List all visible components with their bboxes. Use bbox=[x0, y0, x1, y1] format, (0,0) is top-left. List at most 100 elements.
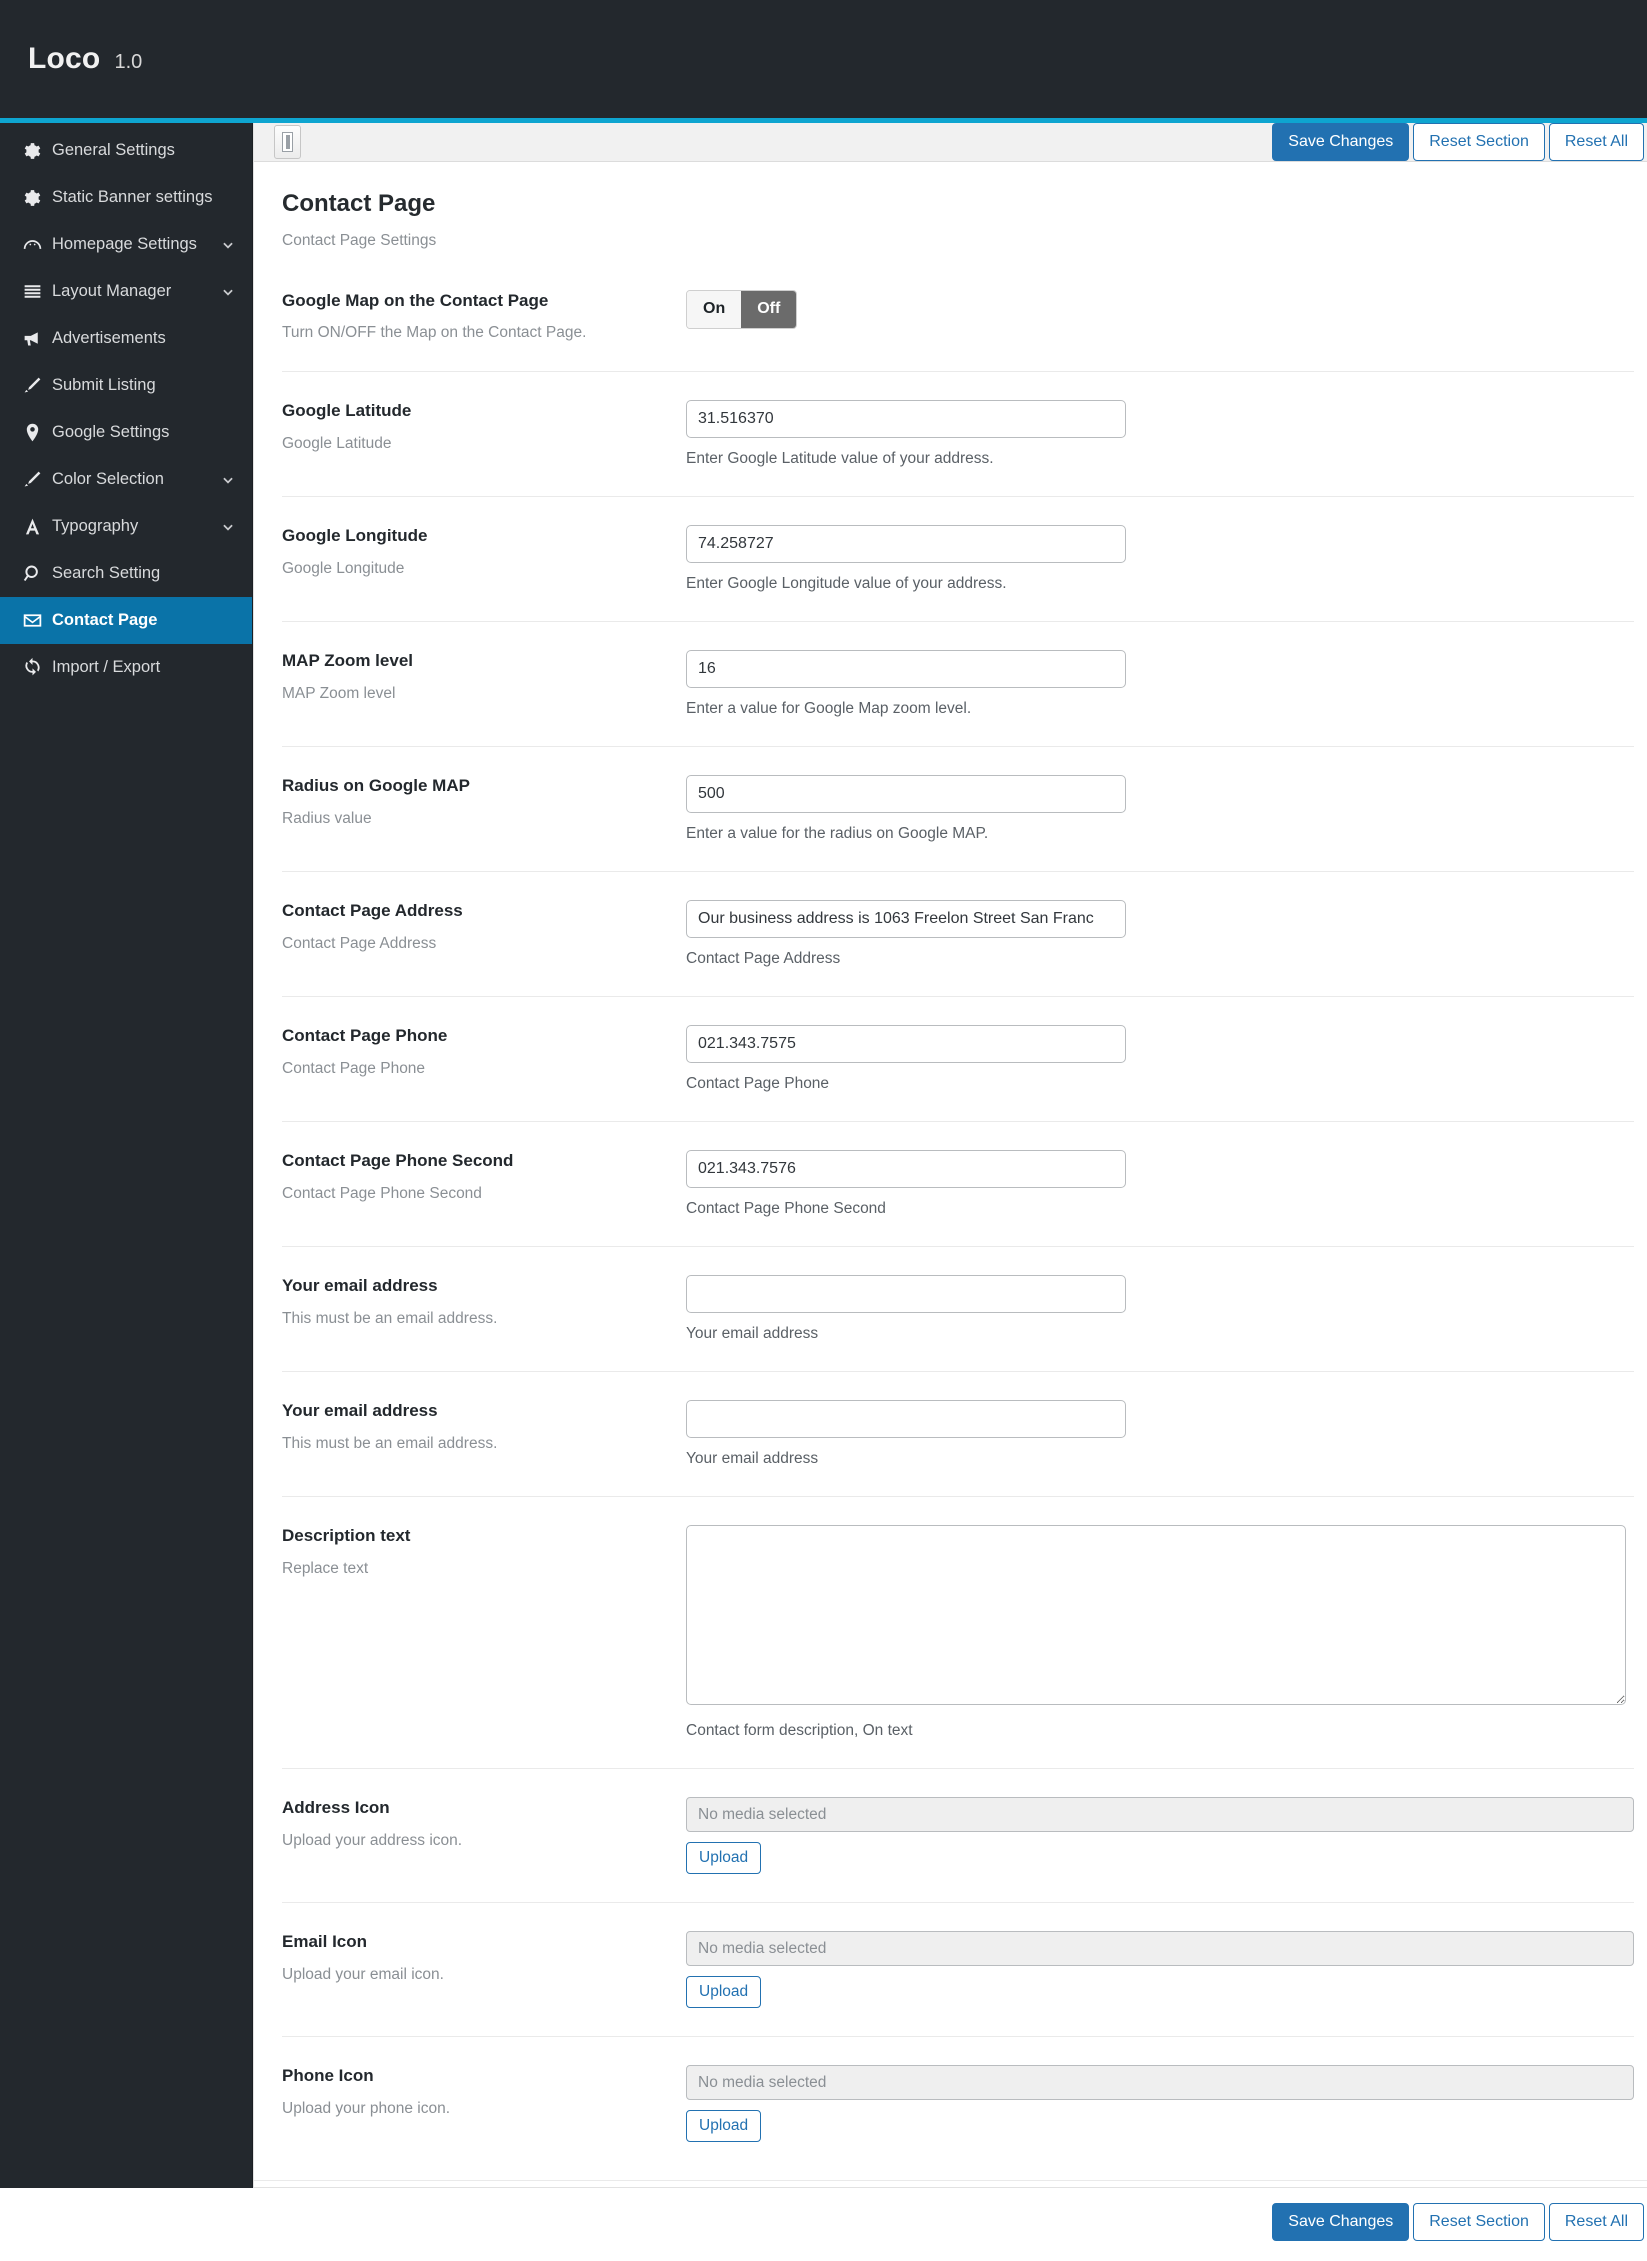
map-radius-input[interactable] bbox=[686, 775, 1126, 814]
expand-panel-icon[interactable] bbox=[274, 125, 301, 159]
section-header: Contact Page Contact Page Settings bbox=[282, 162, 1634, 250]
email-address-input-2[interactable] bbox=[686, 1400, 1126, 1439]
field-description: Contact Page Phone Second bbox=[282, 1184, 482, 1202]
google-latitude-input[interactable] bbox=[686, 400, 1126, 439]
field-help: Your email address bbox=[686, 1450, 819, 1468]
field-help: Enter a value for Google Map zoom level. bbox=[686, 700, 972, 718]
toggle-off-option[interactable]: Off bbox=[741, 291, 797, 328]
address-icon-upload-button[interactable]: Upload bbox=[686, 1842, 762, 1875]
contact-phone-input[interactable] bbox=[686, 1025, 1126, 1064]
refresh-icon bbox=[22, 657, 52, 678]
field-help: Contact Page Address bbox=[686, 950, 841, 968]
field-description: This must be an email address. bbox=[282, 1434, 498, 1452]
reset-section-button-top[interactable]: Reset Section bbox=[1413, 123, 1545, 161]
field-description: MAP Zoom level bbox=[282, 684, 396, 702]
sidebar-item-label: Layout Manager bbox=[52, 282, 172, 300]
field-help: Contact Page Phone Second bbox=[686, 1200, 886, 1218]
field-help: Contact Page Phone bbox=[686, 1075, 830, 1093]
sidebar-item-label: Typography bbox=[52, 517, 139, 535]
phone-icon-upload-button[interactable]: Upload bbox=[686, 2110, 762, 2143]
field-label: Phone Icon bbox=[282, 2066, 374, 2086]
sidebar-item-contact-page[interactable]: Contact Page bbox=[0, 597, 252, 644]
chevron-down-icon[interactable] bbox=[220, 473, 236, 487]
field-label: MAP Zoom level bbox=[282, 651, 413, 671]
field-contact-page-address: Contact Page Address Contact Page Addres… bbox=[282, 872, 1634, 998]
field-help: Your email address bbox=[686, 1325, 819, 1343]
sidebar-item-homepage-settings[interactable]: Homepage Settings bbox=[0, 221, 252, 268]
field-description: Turn ON/OFF the Map on the Contact Page. bbox=[282, 324, 587, 342]
reset-all-button-bottom[interactable]: Reset All bbox=[1548, 2203, 1644, 2242]
toggle-on-option[interactable]: On bbox=[687, 291, 742, 328]
field-email-address-1: Your email address This must be an email… bbox=[282, 1247, 1634, 1373]
email-address-input-1[interactable] bbox=[686, 1275, 1126, 1314]
email-icon-media-field[interactable]: No media selected bbox=[686, 1931, 1634, 1967]
field-label: Contact Page Address bbox=[282, 901, 463, 921]
chevron-down-icon[interactable] bbox=[220, 520, 236, 534]
sidebar-item-advertisements[interactable]: Advertisements bbox=[0, 315, 252, 362]
settings-panel: Save Changes Reset Section Reset All Con… bbox=[253, 123, 1647, 2242]
field-description: Upload your email icon. bbox=[282, 1965, 444, 1983]
dashboard-icon bbox=[22, 234, 52, 255]
brand: Loco 1.0 bbox=[28, 42, 142, 76]
field-description: Contact Page Phone bbox=[282, 1059, 426, 1077]
sidebar-item-color-selection[interactable]: Color Selection bbox=[0, 456, 252, 503]
sidebar-item-label: General Settings bbox=[52, 141, 175, 159]
reset-all-button-top[interactable]: Reset All bbox=[1548, 123, 1644, 161]
contact-phone-second-input[interactable] bbox=[686, 1150, 1126, 1189]
google-longitude-input[interactable] bbox=[686, 525, 1126, 564]
email-icon-upload-button[interactable]: Upload bbox=[686, 1976, 762, 2009]
sidebar-item-typography[interactable]: Typography bbox=[0, 503, 252, 550]
sidebar-item-submit-listing[interactable]: Submit Listing bbox=[0, 362, 252, 409]
letter-a-icon bbox=[22, 516, 52, 537]
sidebar-item-general-settings[interactable]: General Settings bbox=[0, 127, 252, 174]
description-text-textarea[interactable] bbox=[686, 1525, 1626, 1706]
phone-icon-media-field[interactable]: No media selected bbox=[686, 2065, 1634, 2101]
sidebar-item-search-setting[interactable]: Search Setting bbox=[0, 550, 252, 597]
sidebar-item-label: Google Settings bbox=[52, 423, 170, 441]
google-map-toggle[interactable]: On Off bbox=[686, 290, 798, 329]
field-address-icon: Address Icon Upload your address icon. N… bbox=[282, 1769, 1634, 1904]
address-icon-media-field[interactable]: No media selected bbox=[686, 1797, 1634, 1833]
field-email-icon: Email Icon Upload your email icon. No me… bbox=[282, 1903, 1634, 2038]
field-google-latitude: Google Latitude Google Latitude Enter Go… bbox=[282, 372, 1634, 498]
sidebar-item-label: Advertisements bbox=[52, 329, 166, 347]
sidebar-item-layout-manager[interactable]: Layout Manager bbox=[0, 268, 252, 315]
map-pin-icon bbox=[22, 422, 52, 443]
sidebar-item-label: Static Banner settings bbox=[52, 188, 213, 206]
field-description: Contact Page Address bbox=[282, 934, 437, 952]
field-contact-page-phone: Contact Page Phone Contact Page Phone Co… bbox=[282, 997, 1634, 1123]
field-help: Contact form description, On text bbox=[686, 1722, 913, 1740]
field-label: Contact Page Phone bbox=[282, 1026, 448, 1046]
brush-icon bbox=[22, 469, 52, 490]
field-contact-page-phone-second: Contact Page Phone Second Contact Page P… bbox=[282, 1122, 1634, 1248]
menu-lines-icon bbox=[22, 281, 52, 302]
sidebar-item-label: Import / Export bbox=[52, 658, 161, 676]
sidebar-item-google-settings[interactable]: Google Settings bbox=[0, 409, 252, 456]
save-changes-button-top[interactable]: Save Changes bbox=[1272, 123, 1410, 161]
panel-footer: Save Changes Reset Section Reset All bbox=[254, 2180, 1647, 2261]
footer-button-group: Save Changes Reset Section Reset All bbox=[1272, 2203, 1644, 2242]
field-label: Description text bbox=[282, 1526, 411, 1546]
field-label: Address Icon bbox=[282, 1798, 390, 1818]
chevron-down-icon[interactable] bbox=[220, 285, 236, 299]
megaphone-icon bbox=[22, 328, 52, 349]
field-google-map-toggle: Google Map on the Contact Page Turn ON/O… bbox=[282, 250, 1634, 373]
field-label: Your email address bbox=[282, 1401, 438, 1421]
field-description: Radius value bbox=[282, 809, 372, 827]
contact-address-input[interactable] bbox=[686, 900, 1126, 939]
field-label: Email Icon bbox=[282, 1932, 368, 1952]
field-map-radius: Radius on Google MAP Radius value Enter … bbox=[282, 747, 1634, 873]
chevron-down-icon[interactable] bbox=[220, 238, 236, 252]
toolbar-button-group: Save Changes Reset Section Reset All bbox=[1272, 123, 1644, 161]
sidebar-item-import-export[interactable]: Import / Export bbox=[0, 644, 252, 691]
field-label: Google Longitude bbox=[282, 526, 428, 546]
page-title: Contact Page bbox=[282, 190, 436, 217]
sidebar-item-label: Contact Page bbox=[52, 611, 158, 629]
field-description: Upload your phone icon. bbox=[282, 2099, 451, 2117]
map-zoom-level-input[interactable] bbox=[686, 650, 1126, 689]
field-help: Enter Google Longitude value of your add… bbox=[686, 575, 1007, 593]
sidebar-item-static-banner-settings[interactable]: Static Banner settings bbox=[0, 174, 252, 221]
reset-section-button-bottom[interactable]: Reset Section bbox=[1413, 2203, 1545, 2242]
save-changes-button-bottom[interactable]: Save Changes bbox=[1272, 2203, 1410, 2242]
field-help: Enter a value for the radius on Google M… bbox=[686, 825, 989, 843]
